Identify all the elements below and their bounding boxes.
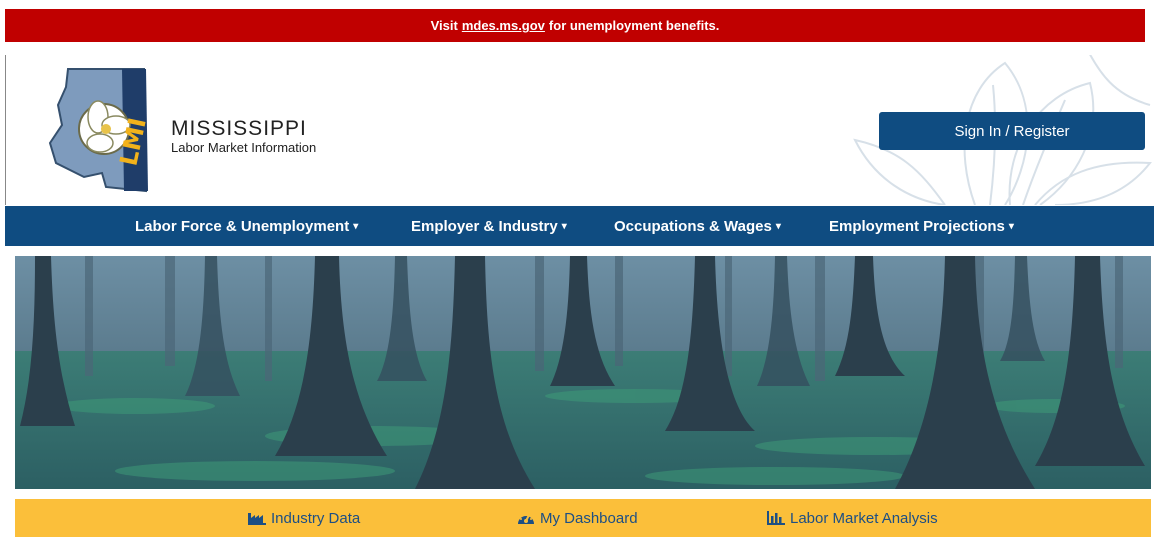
caret-down-icon: ▾ bbox=[1008, 221, 1014, 232]
alert-suffix: for unemployment benefits. bbox=[548, 18, 720, 33]
nav-labor-force-unemployment[interactable]: Labor Force & Unemployment ▾ bbox=[135, 206, 358, 246]
nav-employment-projections[interactable]: Employment Projections ▾ bbox=[829, 206, 1014, 246]
nav-occupations-wages[interactable]: Occupations & Wages ▾ bbox=[614, 206, 781, 246]
quick-link-industry-data[interactable]: Industry Data bbox=[248, 499, 360, 537]
alert-prefix: Visit bbox=[430, 18, 458, 33]
brand-title: MISSISSIPPI bbox=[171, 117, 307, 140]
brand-text: MISSISSIPPI Labor Market Information bbox=[171, 117, 317, 156]
caret-down-icon: ▾ bbox=[561, 221, 567, 232]
nav-label: Employment Projections bbox=[829, 218, 1005, 235]
bar-chart-icon bbox=[767, 511, 785, 525]
quick-link-labor-market-analysis[interactable]: Labor Market Analysis bbox=[767, 499, 938, 537]
brand-subtitle: Labor Market Information bbox=[171, 140, 317, 155]
mdes-link[interactable]: mdes.ms.gov bbox=[462, 18, 545, 33]
quick-link-label: Labor Market Analysis bbox=[790, 509, 938, 527]
caret-down-icon: ▾ bbox=[775, 221, 781, 232]
quick-link-label: My Dashboard bbox=[540, 509, 638, 527]
site-header: LMI MISSISSIPPI Labor Market Information… bbox=[5, 55, 1154, 205]
nav-label: Labor Force & Unemployment bbox=[135, 218, 350, 235]
dashboard-icon bbox=[518, 513, 534, 524]
hero-swamp-image bbox=[15, 256, 1151, 489]
sign-in-register-button[interactable]: Sign In / Register bbox=[879, 112, 1145, 150]
nav-label: Employer & Industry bbox=[411, 218, 558, 235]
quick-link-label: Industry Data bbox=[271, 509, 361, 527]
main-nav: Labor Force & Unemployment ▾ Employer & I… bbox=[5, 206, 1154, 246]
quick-link-my-dashboard[interactable]: My Dashboard bbox=[517, 499, 638, 537]
nav-employer-industry[interactable]: Employer & Industry ▾ bbox=[411, 206, 567, 246]
mississippi-logo[interactable]: LMI bbox=[46, 67, 156, 200]
caret-down-icon: ▾ bbox=[353, 221, 359, 232]
quick-links-bar: Industry Data My Dashboard Labor Market … bbox=[15, 499, 1151, 537]
nav-label: Occupations & Wages bbox=[614, 218, 772, 235]
industry-icon bbox=[248, 513, 266, 525]
alert-banner: Visit mdes.ms.gov for unemployment benef… bbox=[5, 9, 1145, 42]
lmi-state-icon: LMI bbox=[48, 68, 152, 193]
